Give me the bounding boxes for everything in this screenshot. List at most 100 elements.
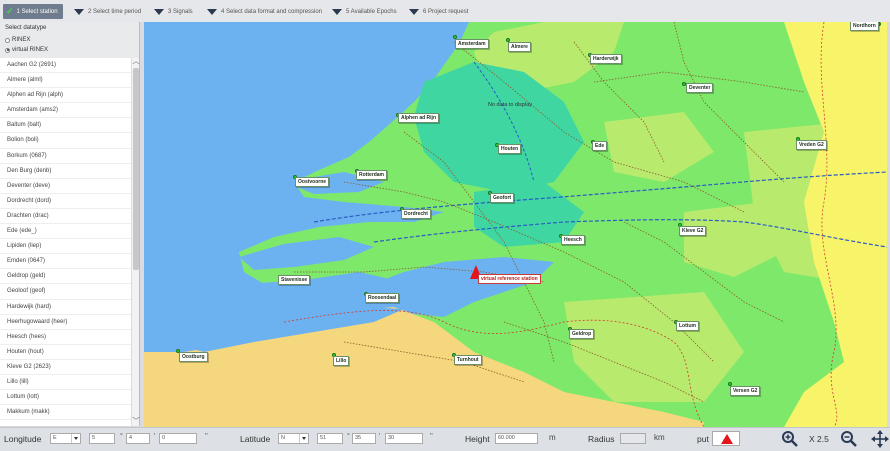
radio-button[interactable] [5,37,10,43]
zoom-in-icon[interactable] [781,430,799,448]
height-input[interactable]: 60.000 [495,433,538,444]
longitude-label: Longitude [4,434,42,444]
station-list-item[interactable]: Lottum (lott) [0,390,131,406]
station-list[interactable]: Aachen G2 (2691) Almere (alml) Alphen ad R… [0,58,131,426]
station-list-item[interactable]: Deventer (deve) [0,179,131,194]
station-list-item[interactable]: Dordrecht (dord) [0,194,131,209]
station-versen[interactable]: Versen G2 [730,386,761,396]
minute-symbol: ' [154,433,156,440]
station-list-item[interactable]: Bolion (boli) [0,133,131,149]
station-list-item[interactable]: Drachten (drac) [0,209,131,225]
station-deventer[interactable]: Deventer [686,83,714,93]
zoom-out-icon[interactable] [840,430,858,448]
map-canvas [144,22,887,427]
radius-unit: km [654,433,665,442]
station-roosendaal[interactable]: Roosendaal [365,293,400,303]
scroll-up-icon[interactable]: ︿ [132,58,140,66]
latitude-label: Latitude [240,434,271,444]
longitude-seconds-input[interactable]: 0 [159,433,197,444]
station-list-item[interactable]: Geldrop (geld) [0,269,131,285]
step-label: 5 Available Epochs [346,8,397,15]
radius-label: Radius [588,434,615,444]
step-label: 3 Signals [168,8,193,15]
latitude-minutes-input[interactable]: 35 [352,433,376,444]
station-nordhorn[interactable]: Nordhorn [850,22,879,31]
datatype-title: Select datatype [5,25,47,31]
chevron-down-icon [71,434,80,443]
station-oostburg[interactable]: Oostburg [179,352,208,362]
triangle-down-icon [154,8,164,15]
station-alphen[interactable]: Alphen ad Rijn [398,113,439,123]
latitude-degrees-input[interactable]: 51 [317,433,343,444]
station-kleve[interactable]: Kleve G2 [679,226,707,236]
station-list-item[interactable]: Ede (ede_) [0,224,131,240]
station-rotterdam[interactable]: Rotterdam [356,170,388,180]
station-list-item[interactable]: Hardewijk (hard) [0,300,131,315]
station-panel: Select datatype RINEX virtual RINEX Aach… [0,22,140,426]
station-list-item[interactable]: Kleve G2 (2623) [0,360,131,375]
scroll-thumb[interactable] [133,68,139,270]
put-label: put [697,434,709,444]
station-list-item[interactable]: Lipiden (liep) [0,239,131,255]
latitude-direction-select[interactable]: N [278,433,309,444]
select-value: E [53,435,57,441]
datatype-section: Select datatype RINEX virtual RINEX [0,22,139,58]
step-signals[interactable]: 3 Signals [154,4,193,19]
station-almere[interactable]: Almere [508,42,531,52]
station-list-item[interactable]: Amsterdam (ams2) [0,103,131,119]
station-list-item[interactable]: Geoloof (geof) [0,284,131,300]
wizard-step-bar: ✓ 1 Select station 2 Select time period … [0,0,890,22]
radio-button[interactable] [5,47,10,53]
station-lillo[interactable]: Lillo [333,356,350,366]
step-project-request[interactable]: 6 Project request [409,4,468,19]
radio-label: virtual RINEX [12,47,49,53]
station-houten[interactable]: Houten [498,144,522,154]
virtual-reference-station-label[interactable]: virtual reference station [478,274,541,284]
station-dordrecht[interactable]: Dordrecht [401,209,431,219]
station-oostvoorne[interactable]: Oostvoorne [295,177,330,187]
station-lottum[interactable]: Lottum [676,321,699,331]
triangle-down-icon [409,8,419,15]
station-geldrop[interactable]: Geldrop [569,329,595,339]
step-available-epochs[interactable]: 5 Available Epochs [332,4,397,19]
second-symbol: '' [205,433,208,440]
radio-virtual-rinex[interactable]: virtual RINEX [5,45,134,55]
station-stavenisse[interactable]: Stavenisse [278,275,311,285]
station-list-item[interactable]: Heerhugowaard (heer) [0,315,131,330]
put-station-button[interactable] [712,431,740,446]
degree-symbol: ° [120,433,123,440]
station-list-item[interactable]: Houten (hout) [0,345,131,360]
station-list-item[interactable]: Makkum (makk) [0,405,131,421]
pan-icon[interactable] [871,430,889,448]
station-vreden[interactable]: Vreden G2 [796,140,827,150]
station-list-item[interactable]: Den Burg (denb) [0,164,131,179]
station-list-item[interactable]: Heesch (hees) [0,330,131,345]
station-list-item[interactable]: Alphen ad Rijn (alph) [0,88,131,104]
station-turnhout[interactable]: Turnhout [454,355,482,365]
scroll-down-icon[interactable]: ﹀ [132,418,140,426]
station-list-item[interactable]: Emden (0647) [0,254,131,270]
station-geofort[interactable]: Geofort [490,193,515,203]
station-heesch[interactable]: Heesch [561,235,585,245]
step-select-station[interactable]: ✓ 1 Select station [3,4,63,19]
radio-rinex[interactable]: RINEX [5,35,134,45]
radius-input[interactable] [620,433,646,444]
no-data-message: No data to display [488,102,533,108]
station-list-item[interactable]: Almere (alml) [0,73,131,89]
longitude-degrees-input[interactable]: 5 [89,433,115,444]
station-list-item[interactable]: Lillo (lill) [0,375,131,391]
step-data-format[interactable]: 4 Select data format and compression [207,4,322,19]
station-ede[interactable]: Ede [592,141,608,151]
station-list-item[interactable]: Borkum (0687) [0,149,131,164]
station-harderwijk[interactable]: Harderwijk [590,54,622,64]
station-list-item[interactable]: Baltum (balt) [0,118,131,134]
step-label: 2 Select time period [88,8,142,15]
step-select-time-period[interactable]: 2 Select time period [74,4,141,19]
station-list-scrollbar[interactable]: ︿ ﹀ [131,58,140,426]
station-list-item[interactable]: Aachen G2 (2691) [0,58,131,74]
station-amsterdam[interactable]: Amsterdam [455,39,489,49]
latitude-seconds-input[interactable]: 30 [385,433,423,444]
map-view[interactable]: Nordhorn Amsterdam Almere Harderwijk Dev… [144,22,887,427]
longitude-minutes-input[interactable]: 4 [126,433,150,444]
longitude-direction-select[interactable]: E [50,433,81,444]
